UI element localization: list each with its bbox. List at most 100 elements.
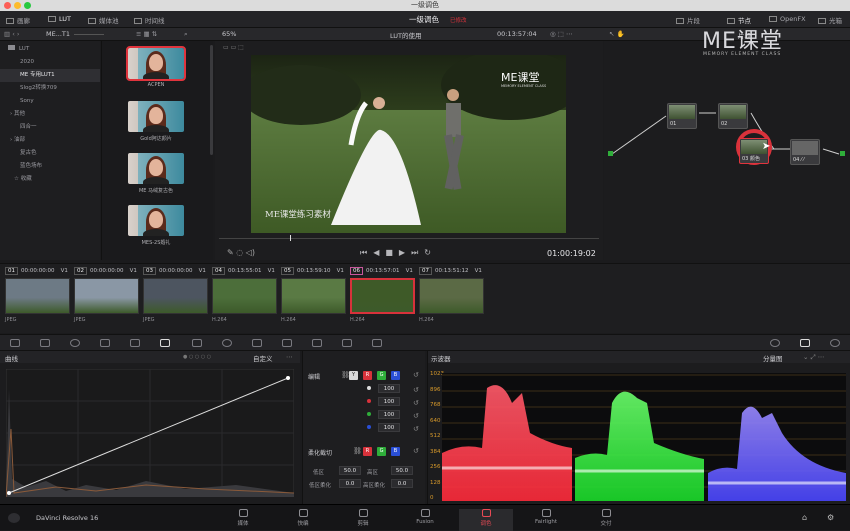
high-soft-field[interactable]: 0.0 (391, 479, 413, 488)
y-channel-button[interactable]: Y (349, 371, 358, 380)
clip-thumbnail[interactable] (281, 278, 346, 314)
page-dots[interactable]: ● ○ ○ ○ ○ (183, 354, 211, 360)
sidebar-item-favorites[interactable]: ☆ 收藏 (0, 173, 100, 186)
node-04[interactable]: 04 ⁄ ⁄ (790, 139, 820, 165)
close-window-button[interactable] (4, 2, 11, 9)
node-output[interactable] (840, 151, 845, 156)
motion-effects-icon[interactable] (130, 339, 140, 347)
sizing-icon[interactable] (342, 339, 352, 347)
key-icon[interactable] (312, 339, 322, 347)
zoom-level[interactable]: 65% (222, 30, 236, 38)
soft-clip-b-button[interactable]: B (391, 447, 400, 456)
tracker-icon[interactable] (252, 339, 262, 347)
reset-icon[interactable]: ↺ ↺ ↺ ↺ (413, 384, 419, 436)
g-intensity-field[interactable]: 100 (378, 410, 400, 419)
qualifier-icon[interactable] (192, 339, 202, 347)
color-wheel-icon[interactable]: ◎ ⬚ ⋯ (550, 30, 572, 38)
page-tab-7[interactable]: 交付 (579, 509, 633, 527)
r-channel-button[interactable]: R (363, 371, 372, 380)
b-intensity-field[interactable]: 100 (378, 423, 400, 432)
curve-point[interactable] (7, 491, 11, 495)
timeline-tab[interactable]: 时间线 (134, 15, 165, 25)
camera-raw-icon[interactable] (10, 339, 20, 347)
g-channel-button[interactable]: G (377, 371, 386, 380)
viewer-title[interactable]: LUT的使用 (390, 30, 422, 40)
curve-graph[interactable] (6, 369, 294, 497)
lut-item-me-retro[interactable]: ME 马绒复古色 (102, 153, 210, 194)
page-tab-5[interactable]: 调色 (459, 509, 513, 531)
sidebar-item-lut[interactable]: LUT (0, 43, 100, 56)
viewer-layout-icon[interactable]: ▭ ▭ ⬚ (223, 44, 244, 51)
reset-icon[interactable]: ↺ (413, 447, 419, 455)
clip-thumbnail[interactable] (5, 278, 70, 314)
soft-clip-r-button[interactable]: R (363, 447, 372, 456)
curves-icon[interactable] (160, 339, 170, 347)
sidebar-toggle-icon[interactable]: ▥ ‹ › (4, 30, 19, 38)
page-tab-4[interactable]: Fusion (398, 509, 452, 525)
page-tab-3[interactable]: 剪辑 (336, 509, 390, 527)
sidebar-item-four-in-one[interactable]: 四合一 (0, 121, 100, 134)
clip-thumbnail[interactable] (419, 278, 484, 314)
curve-point[interactable] (286, 376, 290, 380)
sidebar-item-sony[interactable]: Sony (0, 95, 100, 108)
low-soft-field[interactable]: 0.0 (339, 479, 361, 488)
view-mode-icon[interactable]: ≡ ▦ ⇅ (136, 30, 157, 38)
b-channel-button[interactable]: B (391, 371, 400, 380)
thumbnail-size-slider[interactable] (74, 34, 104, 35)
clip-thumbnail[interactable] (74, 278, 139, 314)
zoom-window-button[interactable] (24, 2, 31, 9)
transport-controls[interactable]: ⏮◀■▶⏭↻ (360, 248, 437, 258)
clips-tab[interactable]: 片段 (676, 15, 700, 25)
window-icon[interactable] (222, 339, 232, 347)
clip-thumbnail[interactable] (143, 278, 208, 314)
blur-icon[interactable] (282, 339, 292, 347)
color-wheels-icon[interactable] (70, 339, 80, 347)
home-icon[interactable]: ⌂ (802, 513, 807, 522)
settings-icon[interactable]: ⚙ (827, 513, 834, 522)
more-icon[interactable]: ⋯ (286, 353, 293, 361)
scope-controls-icon[interactable]: ⌄ ⤢ ⋯ (803, 353, 824, 362)
lut-item-acpen[interactable]: ACPEN (102, 46, 210, 88)
playhead[interactable] (290, 235, 291, 241)
page-tab-1[interactable]: 媒体 (216, 509, 270, 527)
sidebar-item-oil[interactable]: › 油部 (0, 134, 100, 147)
sidebar-item-other[interactable]: › 其他 (0, 108, 100, 121)
y-intensity-field[interactable]: 100 (378, 384, 400, 393)
soft-clip-g-button[interactable]: G (377, 447, 386, 456)
clip-thumbnail[interactable] (212, 278, 277, 314)
lut-tab[interactable]: LUT (48, 15, 71, 23)
high-field[interactable]: 50.0 (391, 466, 413, 475)
minimize-window-button[interactable] (14, 2, 21, 9)
page-tab-6[interactable]: Fairlight (519, 509, 573, 525)
sidebar-item-retro[interactable]: 复古色 (0, 147, 100, 160)
search-icon[interactable]: ⌕ (184, 30, 188, 39)
eyedropper-icon[interactable]: ✎ ◌ ◁) (227, 248, 255, 257)
lut-item-mes-wedding[interactable]: MES-2S婚礼 (102, 205, 210, 246)
waveform-icon[interactable] (800, 339, 810, 347)
media-pool-tab[interactable]: 媒体池 (88, 15, 119, 25)
info-icon[interactable] (830, 339, 840, 347)
node-02[interactable]: 02 (718, 103, 748, 129)
node-01[interactable]: 01 (667, 103, 697, 129)
clip-thumbnail[interactable] (350, 278, 415, 314)
node-input[interactable] (608, 151, 613, 156)
scope-view-icon[interactable] (770, 339, 780, 347)
scope-mode[interactable]: 分量图 (763, 353, 783, 363)
openfx-tab[interactable]: OpenFX (769, 15, 806, 23)
lut-item-gold[interactable]: Gold阿达颜片 (102, 101, 210, 142)
viewer-scrubber[interactable] (219, 238, 599, 239)
sidebar-item-blue[interactable]: 蓝色场布 (0, 160, 100, 173)
lightbox-tab[interactable]: 光箱 (818, 15, 842, 25)
rgb-mixer-icon[interactable] (100, 339, 110, 347)
pointer-tool-icon[interactable]: ↖ ✋ (609, 30, 625, 38)
lut-scrollbar[interactable] (210, 45, 213, 155)
sidebar-item-2020[interactable]: 2020 (0, 56, 100, 69)
reset-icon[interactable]: ↺ (413, 371, 419, 379)
link-icon[interactable]: ⛓ (353, 447, 362, 455)
sidebar-item-slog2[interactable]: Slog2转换709 (0, 82, 100, 95)
low-field[interactable]: 50.0 (339, 466, 361, 475)
curves-mode[interactable]: 自定义 (253, 353, 273, 363)
3d-icon[interactable] (372, 339, 382, 347)
color-match-icon[interactable] (40, 339, 50, 347)
sidebar-item-me-lut1[interactable]: ME 专用LUT1 (0, 69, 100, 82)
